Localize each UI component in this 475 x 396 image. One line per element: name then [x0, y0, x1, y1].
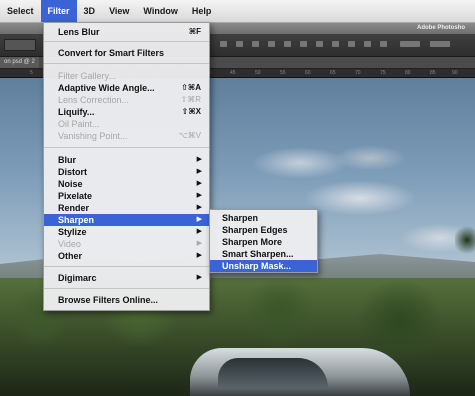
menu-item-shortcut: ⇧⌘X — [181, 107, 201, 116]
menu-item-shortcut: ⌘F — [188, 27, 201, 36]
menu-item-browse-filters-online[interactable]: Browse Filters Online... — [44, 294, 209, 306]
menu-item-label: Video — [58, 239, 81, 249]
submenu-arrow-icon: ▶ — [196, 216, 202, 223]
option-icon[interactable] — [316, 41, 323, 47]
option-icon[interactable] — [220, 41, 227, 47]
app-title: Adobe Photosho — [417, 25, 465, 31]
submenu-item-sharpen-more[interactable]: Sharpen More — [210, 236, 317, 248]
document-tab[interactable]: on psd @ 2 — [0, 57, 39, 68]
ruler-tick: 45 — [230, 70, 236, 76]
menu-item-label: Vanishing Point... — [58, 131, 128, 141]
menu-item-label: Lens Correction... — [58, 95, 130, 105]
ruler-tick: 50 — [255, 70, 261, 76]
ruler-tick: 70 — [355, 70, 361, 76]
menu-item-shortcut: ⇧⌘A — [181, 83, 201, 92]
ruler-tick: 85 — [430, 70, 436, 76]
menu-item-label: Render — [58, 203, 90, 213]
menu-item-label: Pixelate — [58, 191, 93, 201]
submenu-arrow-icon: ▶ — [196, 252, 202, 259]
ruler-tick: 55 — [280, 70, 286, 76]
submenu-arrow-icon: ▶ — [196, 180, 202, 187]
menu-separator — [44, 147, 209, 148]
menu-item-label: Noise — [58, 179, 83, 189]
menu-item-label: Digimarc — [58, 273, 97, 283]
menu-3d[interactable]: 3D — [77, 0, 103, 22]
submenu-item-unsharp-mask[interactable]: Unsharp Mask... — [210, 260, 317, 272]
menu-separator — [44, 63, 209, 64]
option-icon[interactable] — [332, 41, 339, 47]
option-icon[interactable] — [348, 41, 355, 47]
menu-item-video: Video ▶ — [44, 238, 209, 250]
menu-view[interactable]: View — [102, 0, 136, 22]
submenu-arrow-icon: ▶ — [196, 168, 202, 175]
menu-item-label: Distort — [58, 167, 87, 177]
menu-item-oil-paint: Oil Paint... — [58, 119, 100, 129]
menu-item-pixelate[interactable]: Pixelate ▶ — [44, 190, 209, 202]
menu-item-shortcut: ⌥⌘V — [178, 131, 201, 140]
menu-item-label: Other — [58, 251, 83, 261]
menu-item-lens-correction: Lens Correction... ⇧⌘R — [44, 94, 209, 106]
menu-item-label: Lens Blur — [58, 27, 100, 37]
menu-help[interactable]: Help — [185, 0, 219, 22]
tool-preset-picker[interactable] — [4, 39, 36, 51]
option-icon[interactable] — [364, 41, 371, 47]
submenu-arrow-icon: ▶ — [196, 204, 202, 211]
ruler-tick: 60 — [305, 70, 311, 76]
ruler-tick: 65 — [330, 70, 336, 76]
menu-filter[interactable]: Filter — [40, 0, 77, 22]
submenu-arrow-icon: ▶ — [196, 240, 202, 247]
option-icon[interactable] — [268, 41, 275, 47]
submenu-arrow-icon: ▶ — [196, 274, 202, 281]
ruler-tick: 5 — [30, 70, 33, 76]
option-icon[interactable] — [252, 41, 259, 47]
filter-menu: Lens Blur ⌘F Convert for Smart Filters F… — [43, 22, 210, 311]
menu-item-digimarc[interactable]: Digimarc ▶ — [44, 272, 209, 284]
menu-item-label: Stylize — [58, 227, 87, 237]
menu-window[interactable]: Window — [136, 0, 184, 22]
menu-item-lens-blur[interactable]: Lens Blur ⌘F — [44, 26, 209, 38]
photo-car-window — [218, 358, 328, 388]
ruler-tick: 80 — [405, 70, 411, 76]
menu-item-stylize[interactable]: Stylize ▶ — [44, 226, 209, 238]
menu-item-noise[interactable]: Noise ▶ — [44, 178, 209, 190]
menu-item-sharpen[interactable]: Sharpen ▶ — [44, 214, 209, 226]
submenu-arrow-icon: ▶ — [196, 192, 202, 199]
menu-item-liquify[interactable]: Liquify... ⇧⌘X — [44, 106, 209, 118]
menu-separator — [44, 41, 209, 42]
submenu-arrow-icon: ▶ — [196, 228, 202, 235]
menu-bar: Select Filter 3D View Window Help — [0, 0, 475, 23]
ruler-tick: 90 — [452, 70, 458, 76]
ruler-tick: 75 — [380, 70, 386, 76]
menu-item-filter-gallery: Filter Gallery... — [58, 71, 116, 81]
menu-separator — [44, 266, 209, 267]
menu-item-shortcut: ⇧⌘R — [180, 95, 201, 104]
option-icon[interactable] — [236, 41, 243, 47]
menu-item-vanishing-point: Vanishing Point... ⌥⌘V — [44, 130, 209, 142]
menu-item-label: Blur — [58, 155, 76, 165]
menu-item-distort[interactable]: Distort ▶ — [44, 166, 209, 178]
submenu-item-sharpen[interactable]: Sharpen — [210, 212, 317, 224]
menu-item-label: Sharpen — [58, 215, 95, 225]
submenu-arrow-icon: ▶ — [196, 156, 202, 163]
option-icon[interactable] — [430, 41, 450, 47]
menu-item-render[interactable]: Render ▶ — [44, 202, 209, 214]
option-icon[interactable] — [400, 41, 420, 47]
menu-item-adaptive-wide-angle[interactable]: Adaptive Wide Angle... ⇧⌘A — [44, 82, 209, 94]
menu-item-convert-smart-filters[interactable]: Convert for Smart Filters — [44, 47, 209, 59]
menu-select[interactable]: Select — [0, 0, 41, 22]
menu-item-other[interactable]: Other ▶ — [44, 250, 209, 262]
menu-item-label: Adaptive Wide Angle... — [58, 83, 155, 93]
menu-separator — [44, 288, 209, 289]
option-icon[interactable] — [284, 41, 291, 47]
submenu-item-sharpen-edges[interactable]: Sharpen Edges — [210, 224, 317, 236]
sharpen-submenu: Sharpen Sharpen Edges Sharpen More Smart… — [209, 209, 318, 273]
menu-item-label: Liquify... — [58, 107, 95, 117]
photo-car — [190, 348, 410, 396]
menu-item-blur[interactable]: Blur ▶ — [44, 154, 209, 166]
option-icon[interactable] — [300, 41, 307, 47]
photo-palm-tree — [455, 226, 475, 266]
submenu-item-smart-sharpen[interactable]: Smart Sharpen... — [210, 248, 317, 260]
option-icon[interactable] — [380, 41, 387, 47]
